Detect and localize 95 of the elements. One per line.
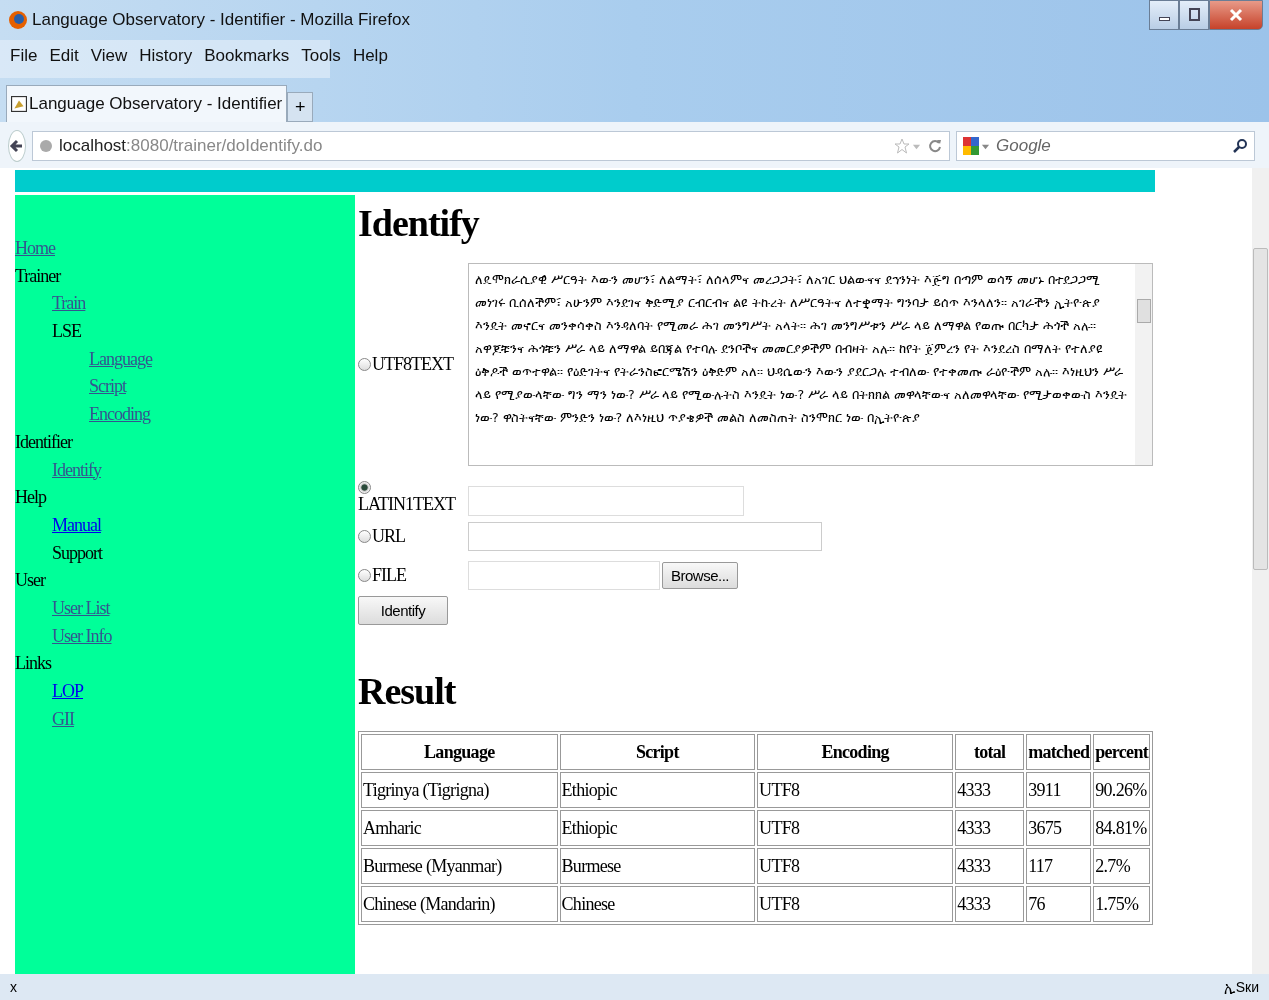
table-cell: 90.26% [1093,772,1150,808]
minimize-button[interactable] [1149,0,1179,30]
window-title: Language Observatory - Identifier - Mozilla Firefox [32,10,410,30]
sidebar-link[interactable]: Train [52,293,86,314]
back-button[interactable] [8,130,26,162]
file-field[interactable] [468,561,660,590]
table-cell: UTF8 [757,886,954,922]
identify-button[interactable]: Identify [358,596,448,625]
search-box[interactable]: Google [956,131,1255,161]
scrollbar[interactable] [1135,264,1152,465]
table-cell: Burmese (Myanmar) [361,848,558,884]
new-tab-button[interactable]: + [287,92,314,122]
sidebar-link[interactable]: User Info [52,625,112,646]
close-button[interactable] [1209,0,1263,30]
text-area-field[interactable]: ለዴሞክራሲያዊ ሥርዓት እውን መሆን፣ ለልማት፣ ለሰላምና መረጋጋት፣ ለአገር ህልውናና ደኅንነት እጅግ በጣም ወሳኝ መሆኑ በተደጋጋሚ መነገሩ ቢሰለችም፣ አሁንም እንደገና ቅድሚያ ርብርብና ልዩ ትኩረት ለሥርዓትና ለተቋማት ግንባታ ይሰጥ እንላለን። አገራችን ኢትዮጵያ እንዴት መኖርና መንቀሳቀስ እንዳለባት የሚመራ ሕገ መንግሥት አላት። ሕገ መንግሥቱን ሥራ ላይ ለማዋል የወጡ በርካታ ሕጎች አሉ። አዋጆቹንና ሕጎቹን ሥራ ላይ ለማዋል ይበጃል የተባሉ ደንቦችና መመርያዎችም በብዛት አሉ። ከየት ጀምረን የት እንደረስ በማለት የተለያዩ ዕቅዶች ወጥተዋል። የዕድገትና የትራንስፎርሜሽን ዕቅድም አለ። ህዳሴውን እውን ያደርጋሉ ተብለው የተቀመጡ ራዕዮችም አሉ። እነዚህን ሥራ ላይ የሚያውላቸው ግን ማን ነው? ሥራ ላይ የሚውሉትስ እንዴት ነው? ሥራ ላይ በትክክል መዋላቸውና አለመዋላቸው የሚታወቀውስ እንዴት ነው? ዋስትናቸው ምንድን ነው? ለእነዚህ ጥያቄዎች መልስ ለመስጠት ስንሞክር ነው በኢትዮጵያ [468,263,1153,466]
sidebar-link[interactable]: Language [89,348,152,369]
sidebar-heading: Identifier [15,431,72,452]
menu-item[interactable]: Tools [301,46,341,72]
radio-button[interactable] [358,569,371,582]
star-icon[interactable] [894,138,910,154]
menu-item[interactable]: Edit [49,46,79,72]
table-cell: Amharic [361,810,558,846]
table-cell: Burmese [559,848,756,884]
table-cell: UTF8 [757,772,954,808]
sidebar-heading: Links [15,653,51,674]
table-cell: 1.75% [1093,886,1150,922]
table-cell: Chinese [559,886,756,922]
table-cell: 3911 [1026,772,1092,808]
browser-tab[interactable]: Language Observatory - Identifier [6,85,288,122]
table-cell: 117 [1026,848,1092,884]
browse-button[interactable]: Browse... [662,562,739,589]
sidebar-heading: Support [52,542,102,563]
globe-icon [39,139,53,153]
google-icon [963,137,979,155]
table-cell: 76 [1026,886,1092,922]
section-heading: Result [358,669,458,713]
menu-item[interactable]: File [10,46,38,72]
sidebar-heading: User [15,570,45,591]
sidebar-heading: Trainer [15,265,61,286]
page-heading: Identify [358,201,481,245]
close-icon [1229,8,1243,22]
firefox-icon [8,10,28,30]
close-status-button[interactable]: x [10,979,17,995]
radio-label: LATIN1TEXT [358,494,455,515]
sidebar-link[interactable]: User List [52,597,110,618]
column-header: percent [1093,734,1150,770]
table-cell: UTF8 [757,810,954,846]
page-icon [11,96,27,112]
sidebar-link[interactable]: Script [89,376,126,397]
url-field[interactable] [468,522,822,551]
table-cell: 2.7% [1093,848,1150,884]
table-cell: Ethiopic [559,810,756,846]
sidebar-link[interactable]: Identify [52,459,101,480]
table-cell: 84.81% [1093,810,1150,846]
table-cell: 4333 [955,848,1025,884]
menu-item[interactable]: History [139,46,193,72]
restore-icon [1187,8,1201,22]
radio-button[interactable] [358,358,371,371]
sidebar-heading: LSE [52,321,81,342]
sidebar-link[interactable]: GII [52,708,74,729]
table-cell: 4333 [955,810,1025,846]
table-cell: UTF8 [757,848,954,884]
table-cell: 4333 [955,772,1025,808]
menu-item[interactable]: Help [352,46,388,72]
reload-icon[interactable] [927,138,943,154]
menu-item[interactable]: View [90,46,128,72]
radio-label: FILE [372,565,406,586]
menu-item[interactable]: Bookmarks [204,46,290,72]
column-header: total [955,734,1025,770]
sidebar-link[interactable]: Manual [52,514,101,535]
column-header: Encoding [757,734,954,770]
input-indicator: ኢSки [1223,978,1259,996]
radio-label: URL [372,526,405,547]
table-cell: Tigrinya (Tigrigna) [361,772,558,808]
radio-button[interactable] [358,530,371,543]
column-header: Language [361,734,558,770]
table-cell: 4333 [955,886,1025,922]
back-arrow-icon [9,138,25,154]
column-header: matched [1026,734,1092,770]
sidebar-link[interactable]: Home [15,238,55,258]
maximize-button[interactable] [1179,0,1209,30]
table-cell: 3675 [1026,810,1092,846]
sidebar-heading: Help [15,487,46,508]
page-scrollbar[interactable] [1252,168,1269,974]
table-cell: Chinese (Mandarin) [361,886,558,922]
radio-button[interactable] [358,481,371,494]
sidebar-link[interactable]: LOP [52,681,83,701]
column-header: Script [559,734,756,770]
radio-label: UTF8TEXT [372,354,453,375]
address-field[interactable]: localhost:8080/trainer/doIdentify.do [32,131,950,161]
table-cell: Ethiopic [559,772,756,808]
minimize-icon [1158,17,1170,21]
search-icon[interactable] [1232,138,1248,154]
text-area-field[interactable] [468,486,744,516]
sidebar-link[interactable]: Encoding [89,404,150,425]
